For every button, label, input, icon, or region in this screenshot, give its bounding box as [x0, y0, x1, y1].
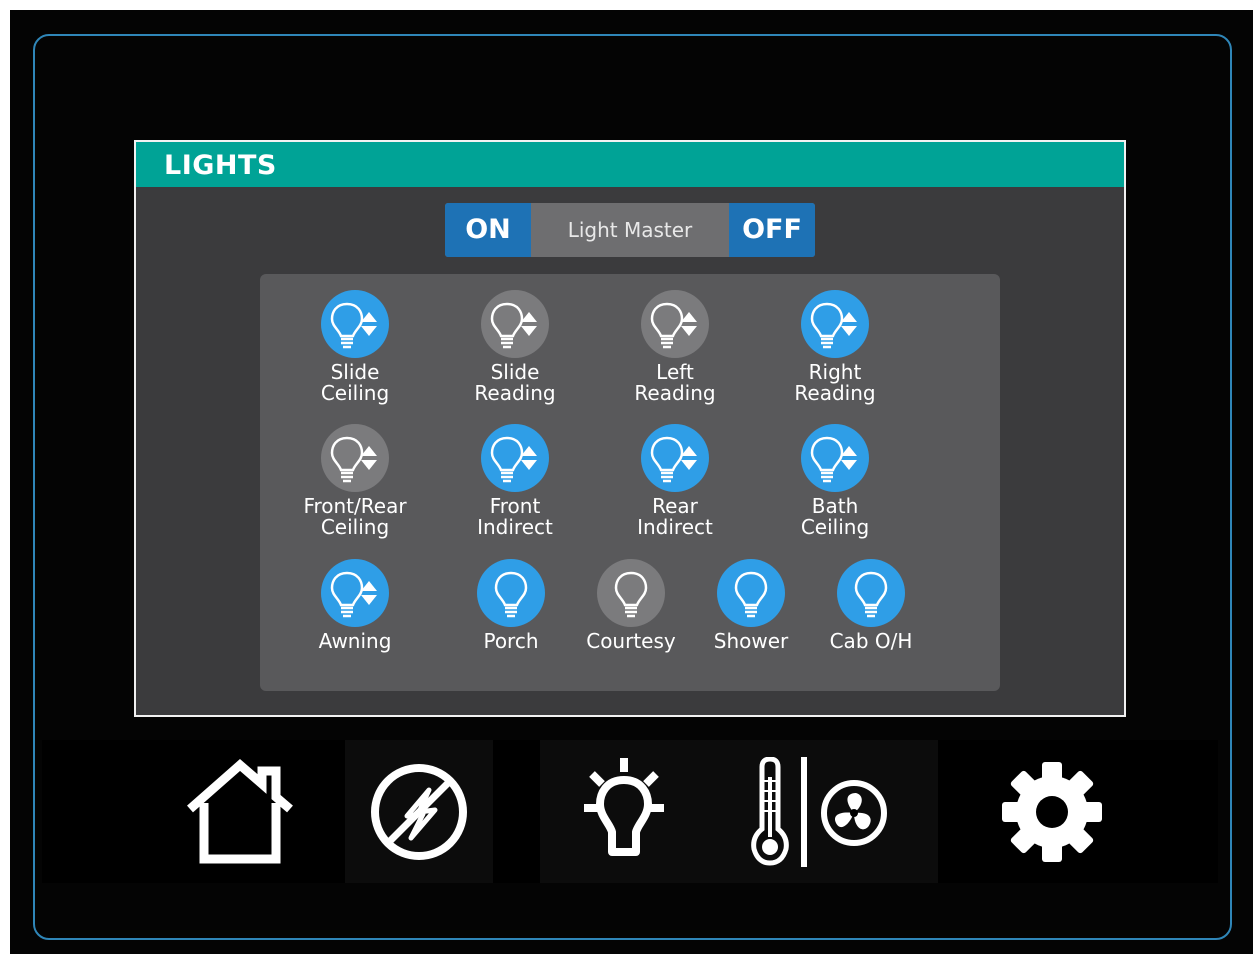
nav-climate-button[interactable]: [708, 740, 938, 883]
light-master-control: ON Light Master OFF: [445, 203, 815, 257]
power-icon: [371, 763, 467, 860]
light-slide-reading-button[interactable]: Slide Reading: [440, 290, 590, 404]
bulb-dimmer-icon: [321, 290, 389, 358]
nav-lights-button[interactable]: [540, 740, 708, 883]
bulb-dimmer-icon: [321, 424, 389, 492]
light-front-indirect-button[interactable]: Front Indirect: [440, 424, 590, 538]
light-label: Slide Ceiling: [320, 360, 390, 405]
light-label: Rear Indirect: [637, 494, 713, 539]
master-off-button[interactable]: OFF: [729, 203, 815, 257]
bulb-icon: [837, 559, 905, 627]
bulb-dimmer-icon: [481, 290, 549, 358]
light-cab-oh-button[interactable]: Cab O/H: [796, 559, 946, 652]
nav-settings-button[interactable]: [972, 740, 1132, 883]
light-label: Bath Ceiling: [800, 494, 870, 539]
nav-home-button[interactable]: [150, 740, 330, 883]
bulb-dimmer-icon: [481, 424, 549, 492]
light-front-rear-ceiling-button[interactable]: Front/Rear Ceiling: [280, 424, 430, 538]
bulb-dimmer-icon: [321, 559, 389, 627]
bulb-icon: [717, 559, 785, 627]
bulb-icon: [477, 559, 545, 627]
bulb-icon: [597, 559, 665, 627]
panel-title: LIGHTS: [136, 142, 1124, 187]
lights-grid: Slide Ceiling Slide Reading Left Reading Ri…: [260, 274, 1000, 691]
light-label: Slide Reading: [474, 360, 556, 405]
master-on-button[interactable]: ON: [445, 203, 531, 257]
light-label: Cab O/H: [829, 629, 913, 653]
light-label: Awning: [318, 629, 392, 653]
light-left-reading-button[interactable]: Left Reading: [600, 290, 750, 404]
device-screen: LIGHTS ON Light Master OFF Slide Ceiling …: [10, 10, 1253, 954]
light-label: Front/Rear Ceiling: [303, 494, 407, 539]
bulb-dimmer-icon: [801, 290, 869, 358]
lights-panel: LIGHTS ON Light Master OFF Slide Ceiling …: [134, 140, 1126, 717]
thermostat-fan-icon: [751, 756, 887, 867]
light-bath-ceiling-button[interactable]: Bath Ceiling: [760, 424, 910, 538]
bottom-nav: [42, 740, 1218, 883]
light-rear-indirect-button[interactable]: Rear Indirect: [600, 424, 750, 538]
light-master-label: Light Master: [567, 218, 693, 242]
lightbulb-icon: [584, 757, 664, 856]
nav-power-button[interactable]: [345, 740, 493, 883]
light-label: Right Reading: [794, 360, 876, 405]
light-slide-ceiling-button[interactable]: Slide Ceiling: [280, 290, 430, 404]
light-right-reading-button[interactable]: Right Reading: [760, 290, 910, 404]
bulb-dimmer-icon: [641, 424, 709, 492]
bulb-dimmer-icon: [801, 424, 869, 492]
light-awning-button[interactable]: Awning: [280, 559, 430, 652]
bulb-dimmer-icon: [641, 290, 709, 358]
light-label: Left Reading: [634, 360, 716, 405]
gear-icon: [1002, 761, 1102, 862]
home-icon: [187, 758, 293, 863]
light-label: Front Indirect: [477, 494, 553, 539]
